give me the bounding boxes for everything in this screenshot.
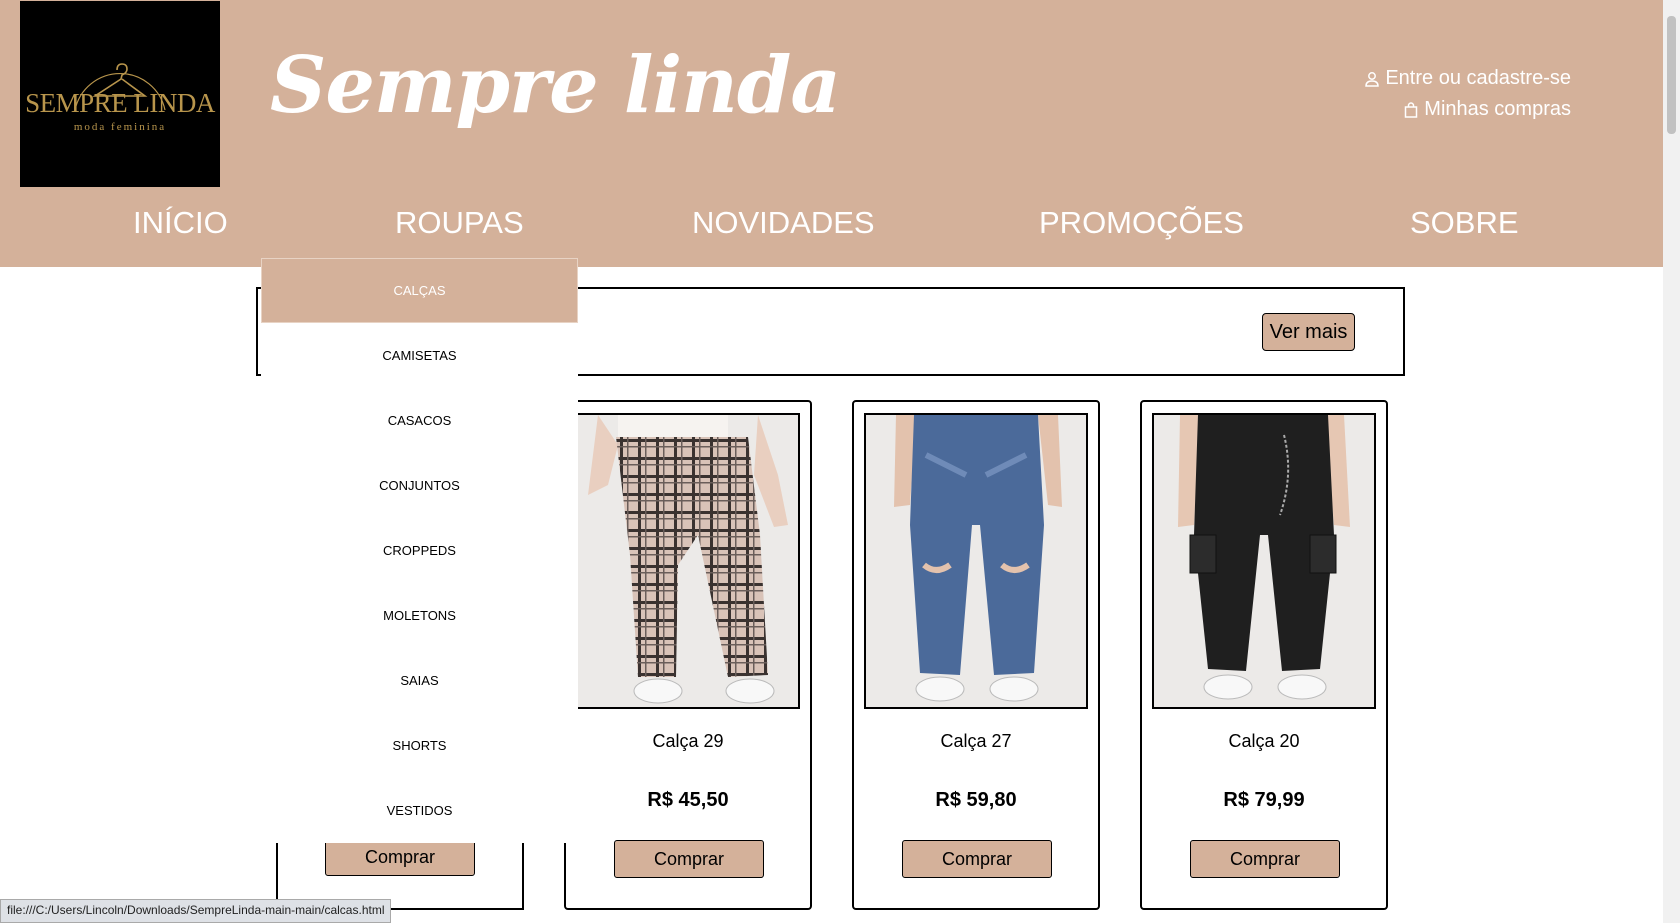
buy-button[interactable]: Comprar [614,840,764,878]
buy-button[interactable]: Comprar [902,840,1052,878]
login-label[interactable]: Entre ou cadastre-se [1385,67,1571,90]
dropdown-item-saias[interactable]: SAIAS [261,648,578,713]
product-card[interactable]: Calça 20 R$ 79,99 Comprar [1140,400,1388,910]
dropdown-item-croppeds[interactable]: CROPPEDS [261,518,578,583]
product-price: R$ 45,50 [647,789,729,811]
nav-roupas[interactable]: ROUPAS [395,205,524,241]
nav-novidades[interactable]: NOVIDADES [692,205,875,241]
purchases-label[interactable]: Minhas compras [1424,98,1571,121]
shopping-bag-icon [1405,101,1418,118]
account-links: Entre ou cadastre-se Minhas compras [1365,63,1571,125]
scrollbar-thumb[interactable] [1667,16,1676,134]
product-card[interactable]: Calça 29 R$ 45,50 Comprar [564,400,812,910]
dropdown-item-calcas[interactable]: CALÇAS [261,258,578,323]
product-card[interactable]: Calça 27 R$ 59,80 Comprar [852,400,1100,910]
site-header: SEMPRE LINDA moda feminina Sempre linda … [0,0,1663,267]
site-title[interactable]: Sempre linda [270,40,841,131]
ver-mais-button[interactable]: Ver mais [1262,313,1355,351]
roupas-dropdown-menu: CALÇAS CAMISETAS CASACOS CONJUNTOS CROPP… [261,258,578,843]
product-price: R$ 79,99 [1223,789,1305,811]
product-name: Calça 27 [940,731,1012,751]
product-price: R$ 59,80 [935,789,1017,811]
dropdown-item-conjuntos[interactable]: CONJUNTOS [261,453,578,518]
brand-logo[interactable]: SEMPRE LINDA moda feminina [20,1,220,187]
nav-inicio[interactable]: INÍCIO [133,205,228,241]
dropdown-item-moletons[interactable]: MOLETONS [261,583,578,648]
user-icon [1365,71,1380,87]
browser-status-bar: file:///C:/Users/Lincoln/Downloads/Sempr… [0,899,392,923]
dropdown-item-casacos[interactable]: CASACOS [261,388,578,453]
dropdown-item-camisetas[interactable]: CAMISETAS [261,323,578,388]
nav-promocoes[interactable]: PROMOÇÕES [1039,205,1244,241]
product-image-calca-29[interactable] [576,413,800,709]
nav-sobre[interactable]: SOBRE [1410,205,1519,241]
black-cargo-pants-image [1154,415,1374,707]
login-link[interactable]: Entre ou cadastre-se [1365,63,1571,94]
logo-wordmark: SEMPRE LINDA [25,87,215,118]
logo-tagline: moda feminina [73,120,167,133]
purchases-link[interactable]: Minhas compras [1365,94,1571,125]
dropdown-item-vestidos[interactable]: VESTIDOS [261,778,578,843]
buy-button[interactable]: Comprar [325,838,475,876]
product-image-calca-27[interactable] [864,413,1088,709]
product-name: Calça 20 [1228,731,1300,751]
main-nav: INÍCIO ROUPAS NOVIDADES PROMOÇÕES SOBRE [0,205,1663,247]
buy-button[interactable]: Comprar [1190,840,1340,878]
product-image-calca-20[interactable] [1152,413,1376,709]
vertical-scrollbar[interactable] [1663,0,1680,923]
dropdown-item-shorts[interactable]: SHORTS [261,713,578,778]
plaid-pants-image [578,415,798,707]
product-name: Calça 29 [652,731,724,751]
denim-jeans-image [866,415,1086,707]
